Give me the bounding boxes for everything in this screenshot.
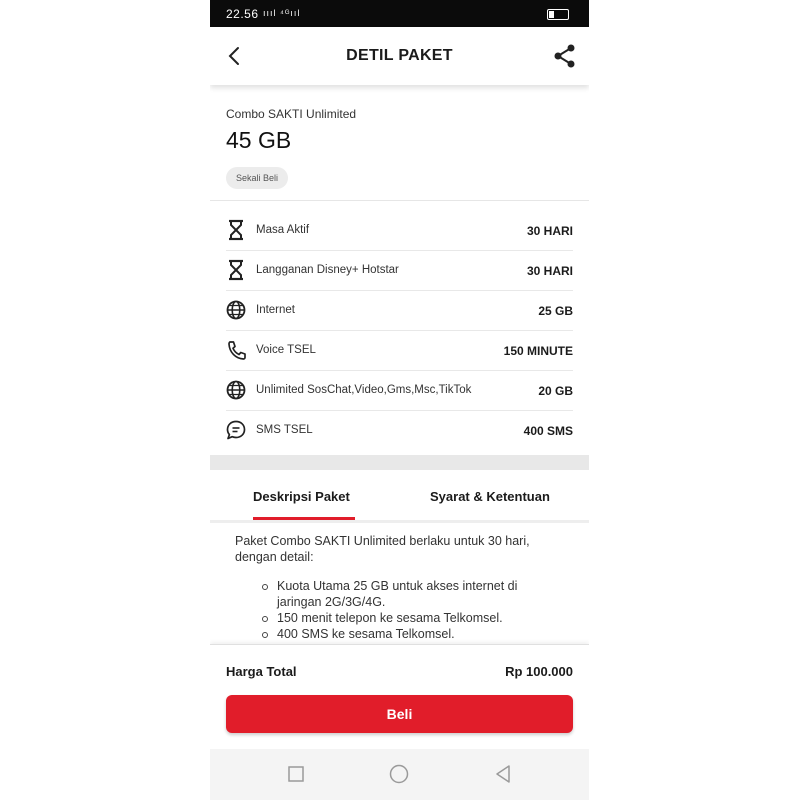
detail-row-internet: Internet 25 GB: [226, 291, 573, 331]
package-size: 45 GB: [226, 127, 292, 153]
purchase-type-badge: Sekali Beli: [226, 167, 289, 189]
package-header: Combo SAKTI Unlimited 45 GB Sekali Beli: [210, 85, 589, 201]
detail-label: SMS TSEL: [256, 424, 313, 436]
detail-row-unlimited-apps: Unlimited SosChat,Video,Gms,Msc,TikTok 2…: [226, 371, 573, 411]
back-nav-icon[interactable]: [493, 764, 513, 784]
status-time: 22.56: [226, 7, 259, 21]
globe-icon: [226, 380, 246, 400]
detail-value: 30 HARI: [526, 224, 573, 238]
home-icon[interactable]: [389, 764, 409, 784]
signal-icon: ıııl ⁴ᴳııl: [263, 8, 301, 18]
detail-row-voice: Voice TSEL 150 MINUTE: [226, 331, 573, 371]
detail-label: Internet: [256, 304, 295, 316]
checkout-panel: Harga Total Rp 100.000 Beli: [210, 644, 589, 750]
detail-label: Masa Aktif: [256, 224, 310, 236]
description-content: Paket Combo SAKTI Unlimited berlaku untu…: [235, 533, 565, 642]
detail-row-disney-hotstar: Langganan Disney+ Hotstar 30 HARI: [226, 251, 573, 291]
buy-button[interactable]: Beli: [226, 695, 573, 733]
phone-screen: 22.56 ıııl ⁴ᴳııl DETIL PAKET Combo SAKTI…: [210, 0, 589, 800]
package-details-list: Masa Aktif 30 HARI Langganan Disney+ Hot…: [226, 211, 573, 450]
tab-description[interactable]: Deskripsi Paket: [253, 489, 350, 504]
active-tab-indicator: [253, 517, 355, 520]
section-divider: [210, 455, 589, 470]
detail-value: 25 GB: [538, 304, 573, 318]
package-name: Combo SAKTI Unlimited: [226, 107, 357, 121]
detail-label: Voice TSEL: [256, 344, 316, 356]
detail-value: 400 SMS: [523, 424, 573, 438]
detail-label: Langganan Disney+ Hotstar: [256, 264, 399, 276]
globe-icon: [226, 300, 246, 320]
detail-value: 20 GB: [538, 384, 573, 398]
info-tabs: Deskripsi Paket Syarat & Ketentuan: [210, 470, 589, 523]
system-nav-bar: [210, 749, 589, 800]
list-item: 400 SMS ke sesama Telkomsel.: [261, 626, 565, 642]
detail-value: 30 HARI: [526, 264, 573, 278]
page-title: DETIL PAKET: [346, 47, 453, 64]
description-list: Kuota Utama 25 GB untuk akses internet d…: [235, 578, 565, 642]
total-price-value: Rp 100.000: [505, 664, 573, 679]
detail-row-sms: SMS TSEL 400 SMS: [226, 411, 573, 450]
tab-terms[interactable]: Syarat & Ketentuan: [430, 489, 550, 504]
share-icon[interactable]: [551, 41, 579, 71]
phone-icon: [228, 341, 246, 360]
chat-icon: [226, 420, 246, 440]
detail-row-active-period: Masa Aktif 30 HARI: [226, 211, 573, 251]
list-item: 150 menit telepon ke sesama Telkomsel.: [261, 610, 565, 626]
recent-apps-icon[interactable]: [286, 764, 306, 784]
app-bar: DETIL PAKET: [210, 27, 589, 85]
hourglass-icon: [229, 259, 243, 281]
total-price-label: Harga Total: [226, 664, 297, 679]
detail-label: Unlimited SosChat,Video,Gms,Msc,TikTok: [256, 384, 472, 396]
list-item: Kuota Utama 25 GB untuk akses internet d…: [261, 578, 565, 610]
hourglass-icon: [229, 219, 243, 241]
description-intro: Paket Combo SAKTI Unlimited berlaku untu…: [235, 534, 530, 564]
battery-icon: [547, 9, 569, 20]
detail-value: 150 MINUTE: [503, 344, 573, 358]
status-bar: 22.56 ıııl ⁴ᴳııl: [210, 0, 589, 27]
